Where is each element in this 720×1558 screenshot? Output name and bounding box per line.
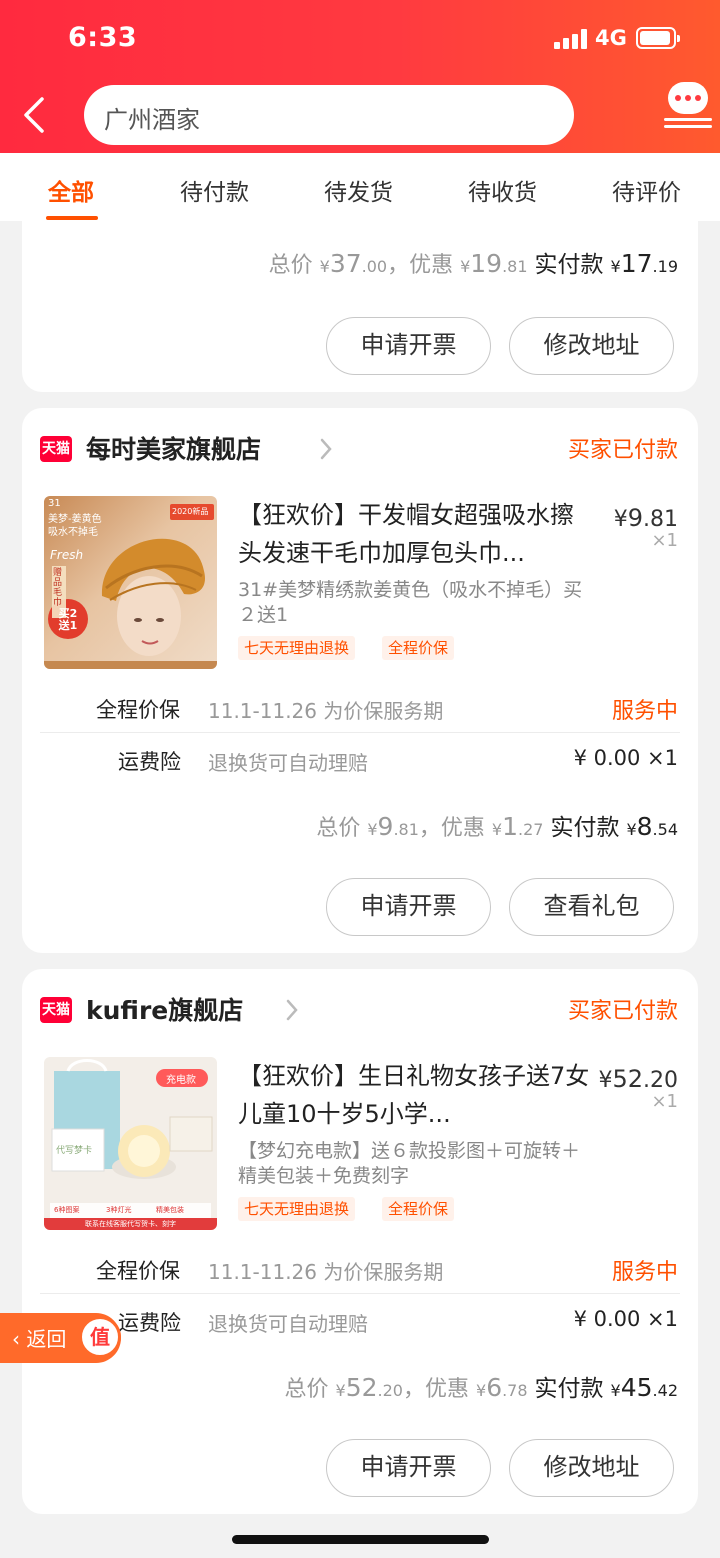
thumb-new-badge: 2020新品 — [172, 507, 209, 516]
service-price: ¥ 0.00 ×1 — [573, 746, 678, 770]
modify-address-button[interactable]: 修改地址 — [509, 1439, 674, 1497]
chevron-right-icon — [286, 999, 298, 1021]
order-card: 天猫 每时美家旗舰店 买家已付款 31 美梦-姜黄色 吸水不掉毛 2020新品 … — [22, 408, 698, 953]
thumb-feature-label: 吸水不掉毛 — [48, 527, 98, 538]
thumb-fresh-label: Fresh — [50, 548, 84, 562]
product-thumbnail[interactable]: 充电款 代写梦卡 6种图案 3种灯光 精美包装 联系在线客服代写贺卡、刻字 — [44, 1057, 217, 1230]
floating-return-button[interactable]: ‹ 返回 值 — [0, 1313, 121, 1363]
chat-bubble-icon — [668, 82, 708, 114]
order-card: 总价 ¥37.00，优惠 ¥19.81 实付款 ¥17.19 申请开票 修改地址 — [22, 221, 698, 392]
service-desc: 退换货可自动理赔 — [208, 1312, 368, 1336]
price-protect-tag: 全程价保 — [382, 1197, 455, 1221]
service-label: 全程价保 — [96, 698, 180, 722]
product-quantity: ×1 — [651, 530, 678, 551]
divider — [40, 732, 680, 733]
battery-icon — [636, 27, 680, 49]
tab-pending-receipt[interactable]: 待收货 — [468, 173, 537, 207]
product-price: ¥9.81 — [613, 504, 678, 532]
service-status[interactable]: 服务中 — [612, 1254, 678, 1286]
request-invoice-button[interactable]: 申请开票 — [326, 878, 491, 936]
thumb-box-label: 代写梦卡 — [56, 1146, 93, 1156]
service-desc: 退换货可自动理赔 — [208, 751, 368, 775]
order-total-line: 总价 ¥37.00，优惠 ¥19.81 实付款 ¥17.19 — [268, 249, 678, 278]
thumb-side-label: 赠品毛巾 — [53, 568, 63, 608]
chevron-left-icon — [24, 97, 44, 133]
status-bar: 6:33 4G — [0, 0, 720, 76]
network-type: 4G — [595, 26, 627, 50]
order-total-line: 总价 ¥52.20，优惠 ¥6.78 实付款 ¥45.42 — [284, 1373, 678, 1402]
return-tag: 七天无理由退换 — [238, 1197, 356, 1221]
floating-return-label: ‹ 返回 — [12, 1327, 67, 1351]
tab-active-indicator — [46, 216, 98, 220]
tab-pending-review[interactable]: 待评价 — [612, 173, 681, 207]
product-spec: 31#美梦精绣款姜黄色（吸水不掉毛）买２送1 — [238, 579, 583, 626]
thumb-chip: 6种图案 — [54, 1206, 80, 1214]
tab-pending-shipment[interactable]: 待发货 — [324, 173, 393, 207]
home-indicator[interactable] — [232, 1535, 489, 1544]
menu-lines-icon — [664, 118, 712, 132]
service-desc: 11.1-11.26 为价保服务期 — [208, 1260, 444, 1284]
store-name: 每时美家旗舰店 — [86, 435, 262, 464]
thumb-footer: 联系在线客服代写贺卡、刻字 — [85, 1220, 176, 1228]
thumb-chip: 3种灯光 — [106, 1206, 132, 1214]
thumb-promo-label: 买2送1 — [58, 607, 78, 632]
thumb-chip: 精美包装 — [156, 1206, 184, 1214]
zhi-badge-icon: 值 — [79, 1316, 121, 1358]
tmall-logo: 天猫 — [40, 997, 72, 1023]
order-card: 天猫 kufire旗舰店 买家已付款 充电款 代写梦卡 6种图案 3种灯光 精美… — [22, 969, 698, 1514]
chevron-right-icon — [320, 438, 332, 460]
service-label: 运费险 — [118, 750, 181, 774]
tab-pending-payment[interactable]: 待付款 — [180, 173, 249, 207]
status-time: 6:33 — [68, 22, 138, 53]
order-tabs: 全部 待付款 待发货 待收货 待评价 — [0, 153, 720, 221]
product-title[interactable]: 【狂欢价】干发帽女超强吸水擦头发速干毛巾加厚包头巾... — [238, 496, 593, 572]
search-input[interactable]: 广州酒家 — [84, 85, 574, 145]
thumb-badge: 充电款 — [166, 1075, 196, 1086]
service-price: ¥ 0.00 ×1 — [573, 1307, 678, 1331]
product-quantity: ×1 — [651, 1091, 678, 1112]
product-spec: 【梦幻充电款】送６款投影图＋可旋转＋精美包装＋免费刻字 — [238, 1140, 581, 1187]
view-gift-button[interactable]: 查看礼包 — [509, 878, 674, 936]
price-protect-tag: 全程价保 — [382, 636, 455, 660]
request-invoice-button[interactable]: 申请开票 — [326, 317, 491, 375]
tmall-logo: 天猫 — [40, 436, 72, 462]
thumb-number: 31 — [48, 498, 61, 509]
order-status: 买家已付款 — [567, 438, 678, 463]
header-bar: 6:33 4G 广州酒家 — [0, 0, 720, 153]
request-invoice-button[interactable]: 申请开票 — [326, 1439, 491, 1497]
product-thumbnail[interactable]: 31 美梦-姜黄色 吸水不掉毛 2020新品 Fresh 赠品毛巾 买2送1 — [44, 496, 217, 669]
return-tag: 七天无理由退换 — [238, 636, 356, 660]
store-name: kufire旗舰店 — [86, 996, 244, 1025]
product-title[interactable]: 【狂欢价】生日礼物女孩子送7女儿童10十岁5小学... — [238, 1057, 593, 1133]
product-price: ¥52.20 — [598, 1065, 678, 1093]
service-label: 全程价保 — [96, 1259, 180, 1283]
service-desc: 11.1-11.26 为价保服务期 — [208, 699, 444, 723]
order-total-line: 总价 ¥9.81，优惠 ¥1.27 实付款 ¥8.54 — [316, 812, 678, 841]
order-status: 买家已付款 — [567, 999, 678, 1024]
signal-icon — [554, 29, 588, 49]
back-button[interactable] — [18, 93, 54, 137]
modify-address-button[interactable]: 修改地址 — [509, 317, 674, 375]
search-text: 广州酒家 — [104, 106, 200, 134]
service-label: 运费险 — [118, 1311, 181, 1335]
divider — [40, 1293, 680, 1294]
service-status[interactable]: 服务中 — [612, 693, 678, 725]
tab-all[interactable]: 全部 — [48, 173, 94, 207]
